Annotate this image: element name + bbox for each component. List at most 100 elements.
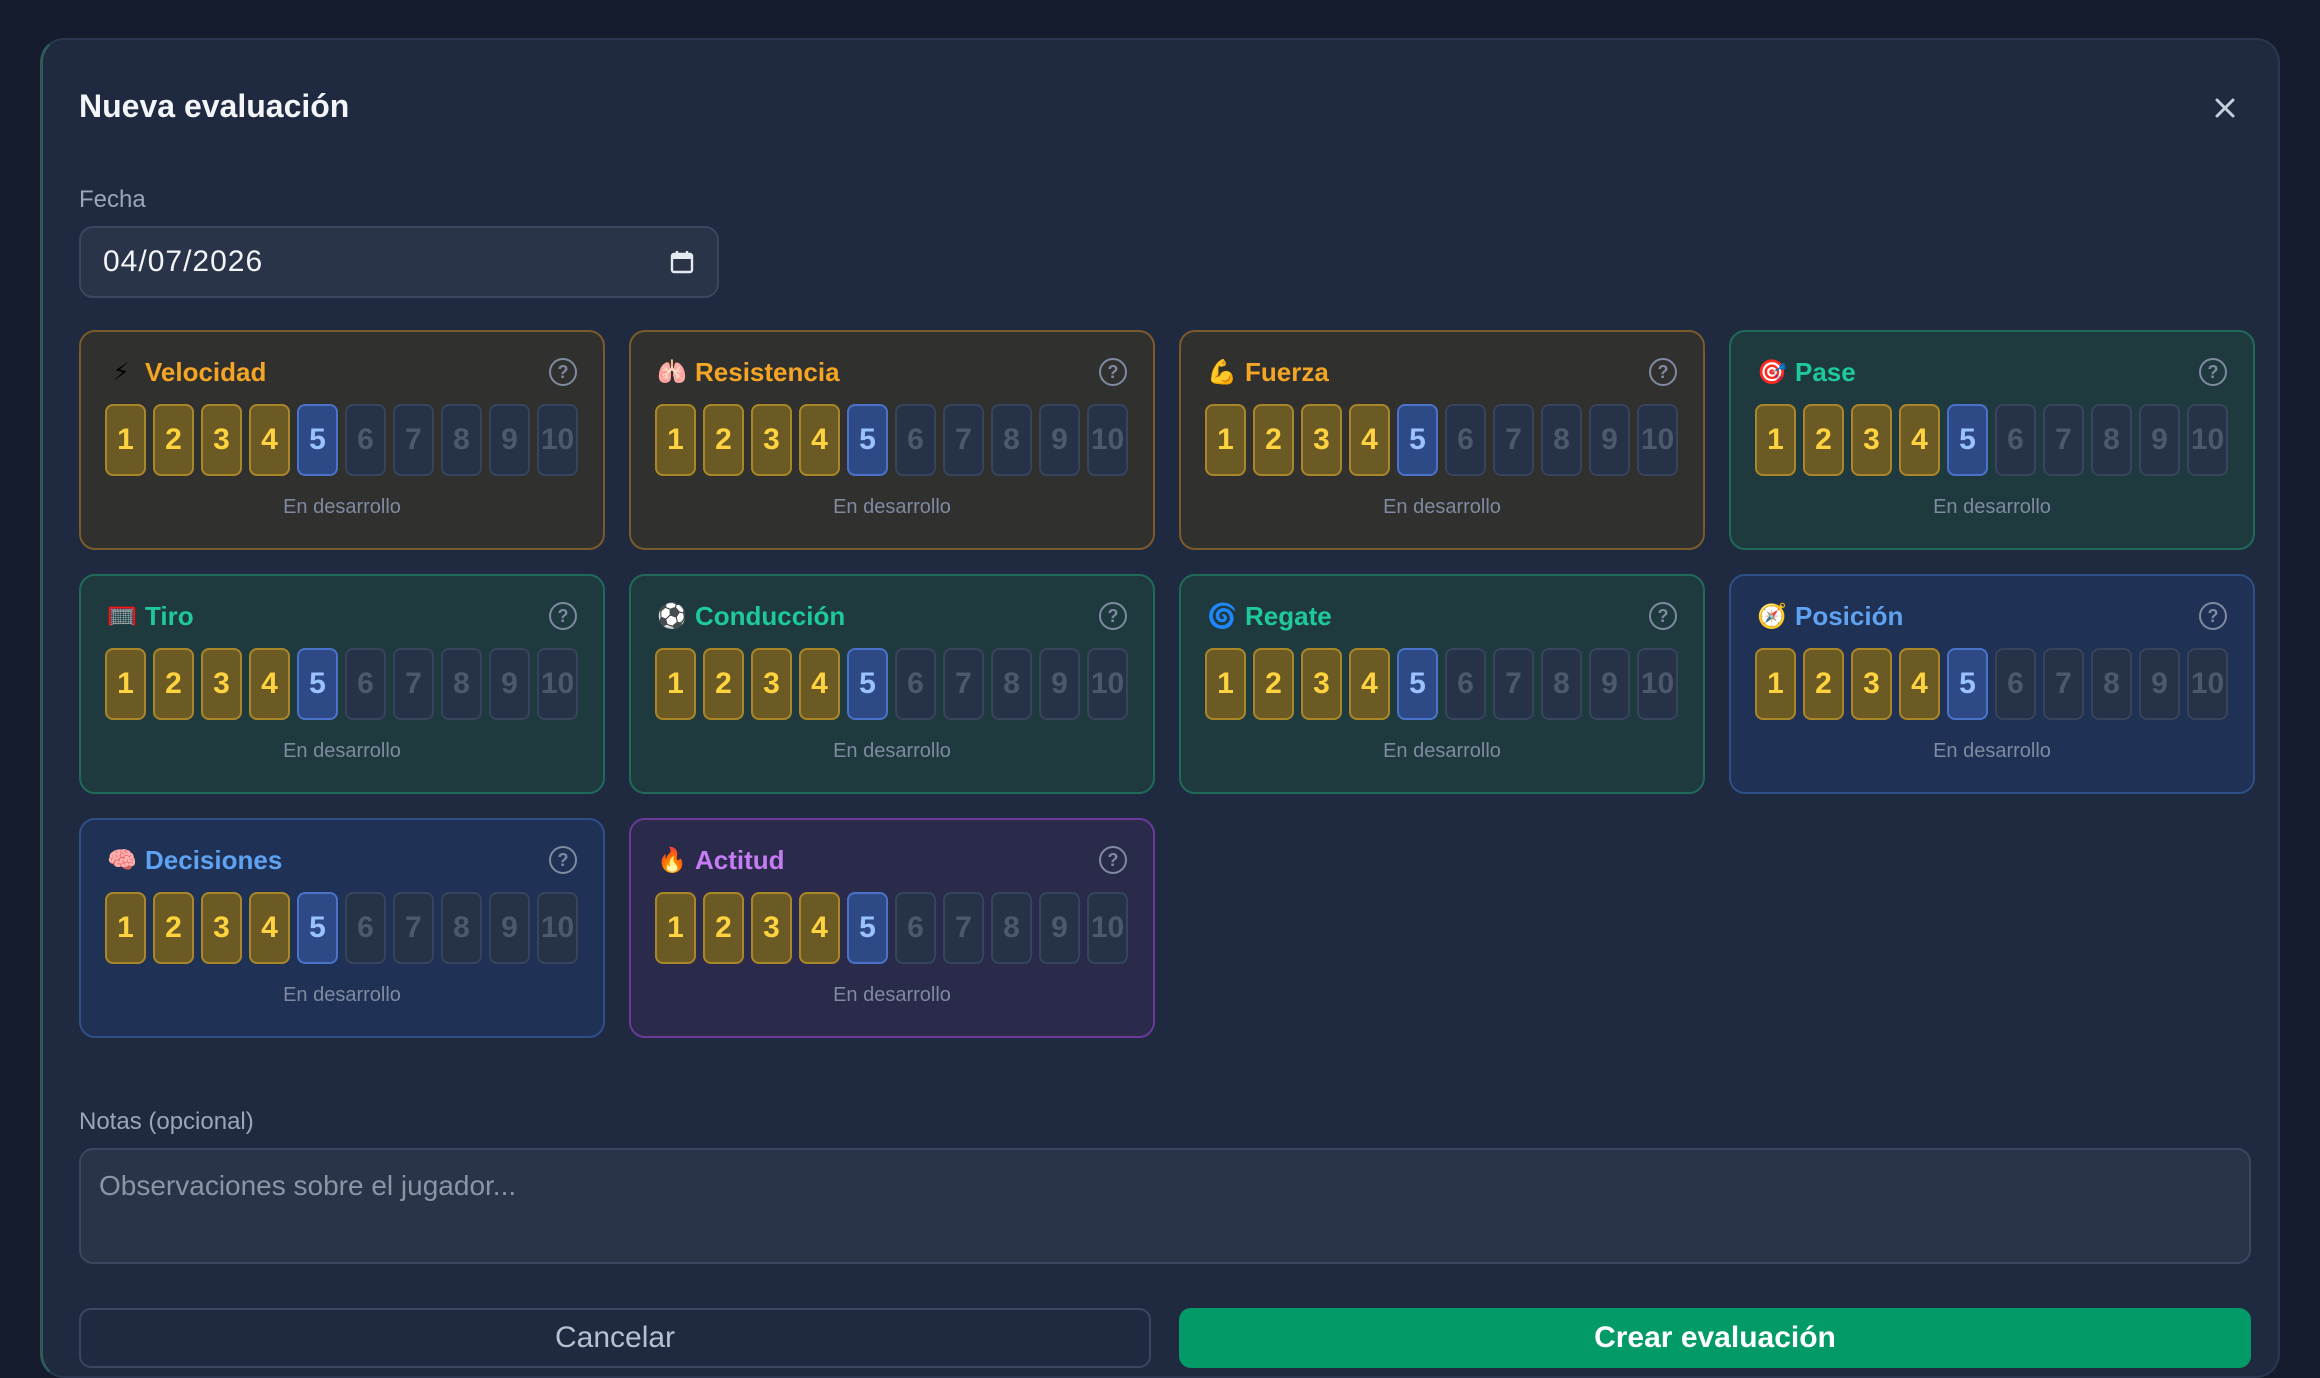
rating-option-10[interactable]: 10 <box>1087 648 1128 720</box>
help-icon[interactable]: ? <box>1099 846 1127 874</box>
rating-option-7[interactable]: 7 <box>943 404 984 476</box>
rating-option-7[interactable]: 7 <box>393 404 434 476</box>
rating-option-6[interactable]: 6 <box>1445 648 1486 720</box>
rating-option-9[interactable]: 9 <box>489 648 530 720</box>
rating-option-10[interactable]: 10 <box>1087 404 1128 476</box>
rating-option-7[interactable]: 7 <box>2043 404 2084 476</box>
rating-option-2[interactable]: 2 <box>1803 404 1844 476</box>
rating-option-5[interactable]: 5 <box>847 892 888 964</box>
rating-option-8[interactable]: 8 <box>2091 648 2132 720</box>
rating-option-10[interactable]: 10 <box>1637 404 1678 476</box>
rating-option-8[interactable]: 8 <box>441 404 482 476</box>
rating-option-8[interactable]: 8 <box>991 892 1032 964</box>
rating-option-6[interactable]: 6 <box>345 892 386 964</box>
rating-option-1[interactable]: 1 <box>1755 648 1796 720</box>
cancel-button[interactable]: Cancelar <box>79 1308 1151 1368</box>
rating-option-9[interactable]: 9 <box>489 404 530 476</box>
rating-option-4[interactable]: 4 <box>249 648 290 720</box>
rating-option-10[interactable]: 10 <box>537 892 578 964</box>
rating-option-2[interactable]: 2 <box>153 892 194 964</box>
rating-option-1[interactable]: 1 <box>655 892 696 964</box>
help-icon[interactable]: ? <box>549 358 577 386</box>
rating-option-4[interactable]: 4 <box>1899 404 1940 476</box>
rating-option-4[interactable]: 4 <box>1349 404 1390 476</box>
rating-option-4[interactable]: 4 <box>249 404 290 476</box>
rating-option-1[interactable]: 1 <box>1205 404 1246 476</box>
rating-option-10[interactable]: 10 <box>537 648 578 720</box>
rating-option-9[interactable]: 9 <box>1589 648 1630 720</box>
create-evaluation-button[interactable]: Crear evaluación <box>1179 1308 2251 1368</box>
rating-option-5[interactable]: 5 <box>1397 648 1438 720</box>
help-icon[interactable]: ? <box>1099 358 1127 386</box>
rating-option-3[interactable]: 3 <box>201 648 242 720</box>
rating-option-3[interactable]: 3 <box>751 892 792 964</box>
rating-option-6[interactable]: 6 <box>345 648 386 720</box>
rating-option-3[interactable]: 3 <box>201 892 242 964</box>
rating-option-6[interactable]: 6 <box>895 404 936 476</box>
rating-option-3[interactable]: 3 <box>751 648 792 720</box>
rating-option-7[interactable]: 7 <box>1493 648 1534 720</box>
rating-option-10[interactable]: 10 <box>2187 648 2228 720</box>
rating-option-8[interactable]: 8 <box>1541 404 1582 476</box>
calendar-icon[interactable] <box>669 249 695 275</box>
rating-option-5[interactable]: 5 <box>847 648 888 720</box>
rating-option-6[interactable]: 6 <box>895 648 936 720</box>
rating-option-8[interactable]: 8 <box>441 892 482 964</box>
close-icon[interactable] <box>2205 88 2245 128</box>
rating-option-6[interactable]: 6 <box>895 892 936 964</box>
rating-option-3[interactable]: 3 <box>1851 648 1892 720</box>
rating-option-9[interactable]: 9 <box>2139 648 2180 720</box>
rating-option-1[interactable]: 1 <box>105 892 146 964</box>
rating-option-5[interactable]: 5 <box>1947 648 1988 720</box>
rating-option-4[interactable]: 4 <box>1899 648 1940 720</box>
rating-option-9[interactable]: 9 <box>1589 404 1630 476</box>
rating-option-3[interactable]: 3 <box>1851 404 1892 476</box>
rating-option-2[interactable]: 2 <box>153 648 194 720</box>
help-icon[interactable]: ? <box>549 602 577 630</box>
rating-option-5[interactable]: 5 <box>297 892 338 964</box>
rating-option-8[interactable]: 8 <box>1541 648 1582 720</box>
date-field[interactable]: 04/07/2026 <box>79 226 719 298</box>
rating-option-1[interactable]: 1 <box>105 404 146 476</box>
rating-option-9[interactable]: 9 <box>2139 404 2180 476</box>
rating-option-4[interactable]: 4 <box>249 892 290 964</box>
help-icon[interactable]: ? <box>2199 358 2227 386</box>
rating-option-6[interactable]: 6 <box>345 404 386 476</box>
rating-option-3[interactable]: 3 <box>1301 404 1342 476</box>
rating-option-9[interactable]: 9 <box>1039 648 1080 720</box>
rating-option-3[interactable]: 3 <box>201 404 242 476</box>
rating-option-1[interactable]: 1 <box>655 404 696 476</box>
rating-option-6[interactable]: 6 <box>1445 404 1486 476</box>
rating-option-4[interactable]: 4 <box>1349 648 1390 720</box>
notes-textarea[interactable]: Observaciones sobre el jugador... <box>79 1148 2251 1264</box>
rating-option-9[interactable]: 9 <box>1039 404 1080 476</box>
help-icon[interactable]: ? <box>1649 358 1677 386</box>
rating-option-2[interactable]: 2 <box>703 648 744 720</box>
rating-option-8[interactable]: 8 <box>991 404 1032 476</box>
rating-option-10[interactable]: 10 <box>537 404 578 476</box>
rating-option-2[interactable]: 2 <box>153 404 194 476</box>
rating-option-3[interactable]: 3 <box>1301 648 1342 720</box>
rating-option-7[interactable]: 7 <box>943 648 984 720</box>
rating-option-2[interactable]: 2 <box>703 892 744 964</box>
rating-option-2[interactable]: 2 <box>1803 648 1844 720</box>
rating-option-5[interactable]: 5 <box>1947 404 1988 476</box>
rating-option-3[interactable]: 3 <box>751 404 792 476</box>
rating-option-7[interactable]: 7 <box>393 892 434 964</box>
help-icon[interactable]: ? <box>1649 602 1677 630</box>
rating-option-4[interactable]: 4 <box>799 892 840 964</box>
help-icon[interactable]: ? <box>1099 602 1127 630</box>
rating-option-1[interactable]: 1 <box>1755 404 1796 476</box>
rating-option-7[interactable]: 7 <box>943 892 984 964</box>
rating-option-8[interactable]: 8 <box>991 648 1032 720</box>
rating-option-6[interactable]: 6 <box>1995 404 2036 476</box>
rating-option-5[interactable]: 5 <box>1397 404 1438 476</box>
rating-option-7[interactable]: 7 <box>2043 648 2084 720</box>
rating-option-8[interactable]: 8 <box>441 648 482 720</box>
rating-option-6[interactable]: 6 <box>1995 648 2036 720</box>
rating-option-7[interactable]: 7 <box>1493 404 1534 476</box>
rating-option-4[interactable]: 4 <box>799 404 840 476</box>
rating-option-1[interactable]: 1 <box>105 648 146 720</box>
rating-option-1[interactable]: 1 <box>655 648 696 720</box>
rating-option-10[interactable]: 10 <box>2187 404 2228 476</box>
